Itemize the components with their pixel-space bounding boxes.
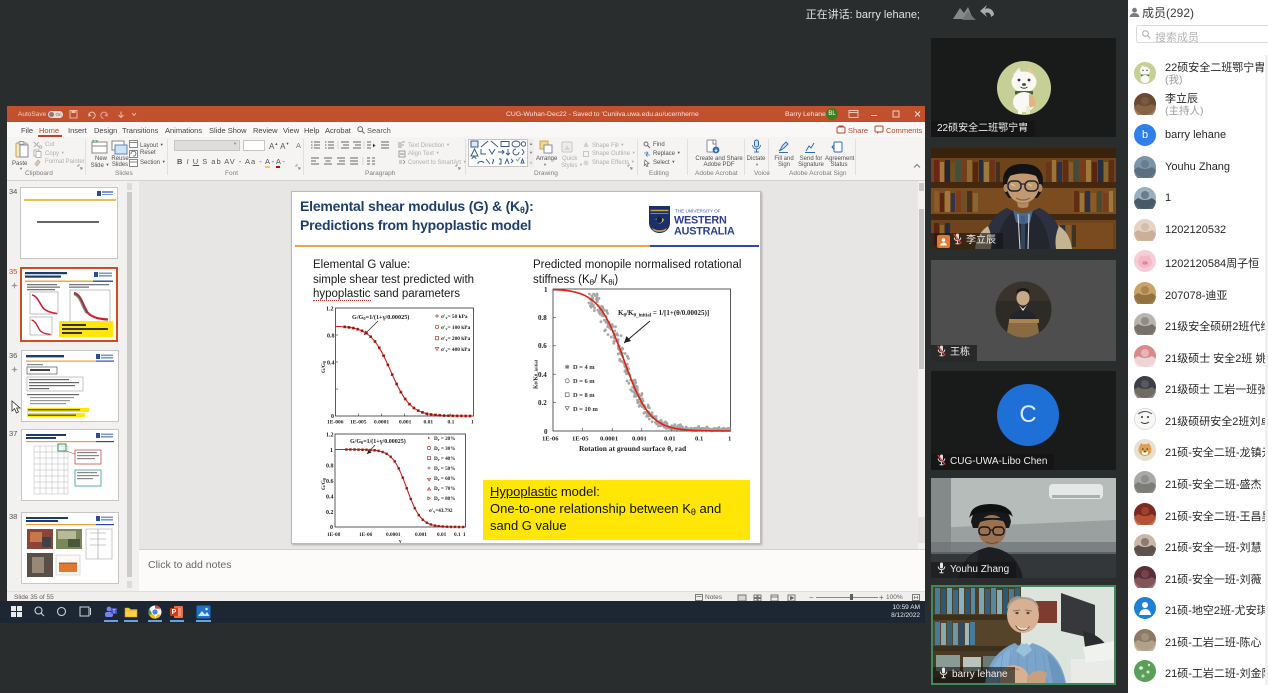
svg-text:Dr = 20%: Dr = 20% <box>434 436 455 442</box>
svg-text:0.8: 0.8 <box>326 464 334 470</box>
svg-text:σ′v= 200 kPa: σ′v= 200 kPa <box>441 336 471 342</box>
svg-text:0.001: 0.001 <box>632 436 647 443</box>
svg-text:Dr = 40%: Dr = 40% <box>434 456 455 462</box>
svg-text:0.001: 0.001 <box>415 532 427 538</box>
svg-text:0.0001: 0.0001 <box>374 420 389 426</box>
svg-text:1E-08: 1E-08 <box>327 532 341 538</box>
svg-text:1.2: 1.2 <box>326 307 334 313</box>
svg-text:0.0001: 0.0001 <box>600 436 618 443</box>
svg-text:1E-006: 1E-006 <box>327 420 344 426</box>
svg-text:0.0001: 0.0001 <box>386 532 401 538</box>
svg-text:0.2: 0.2 <box>326 510 334 516</box>
svg-text:D = 4 m: D = 4 m <box>573 364 595 371</box>
svg-text:1: 1 <box>544 286 548 294</box>
svg-text:1.2: 1.2 <box>326 433 334 439</box>
svg-text:THE UNIVERSITY OF: THE UNIVERSITY OF <box>675 209 721 214</box>
svg-text:D = 10 m: D = 10 m <box>573 406 598 413</box>
svg-text:1: 1 <box>728 436 731 443</box>
svg-text:AUSTRALIA: AUSTRALIA <box>674 226 735 238</box>
svg-text:G/G0=1/(1+γ/0.00025): G/G0=1/(1+γ/0.00025) <box>350 438 406 445</box>
svg-text:0.01: 0.01 <box>424 420 434 426</box>
svg-text:Dr = 50%: Dr = 50% <box>434 466 455 472</box>
svg-text:G/G0=1/(1+γ/0.00025): G/G0=1/(1+γ/0.00025) <box>352 314 409 321</box>
svg-text:0.1: 0.1 <box>448 420 455 426</box>
svg-text:σ′v=43.792: σ′v=43.792 <box>429 508 453 514</box>
svg-text:G/G0: G/G0 <box>321 478 327 490</box>
svg-text:0.1: 0.1 <box>695 436 703 443</box>
svg-text:T: T <box>112 609 115 615</box>
svg-text:0.1: 0.1 <box>454 532 461 538</box>
svg-text:1E-005: 1E-005 <box>350 420 367 426</box>
svg-text:Dr = 60%: Dr = 60% <box>434 476 455 482</box>
svg-text:0.8: 0.8 <box>538 314 547 322</box>
svg-text:0: 0 <box>330 525 333 531</box>
svg-text:σ′v= 400 kPa: σ′v= 400 kPa <box>441 347 471 353</box>
svg-text:1: 1 <box>463 532 466 538</box>
svg-text:0.6: 0.6 <box>326 479 334 485</box>
svg-text:Rotation at ground surface θ,: Rotation at ground surface θ, rad <box>579 444 687 453</box>
svg-text:G/G0: G/G0 <box>321 361 327 373</box>
svg-text:D = 6 m: D = 6 m <box>573 378 595 385</box>
svg-text:Dr = 80%: Dr = 80% <box>434 496 455 502</box>
svg-text:σ′v= 50 kPa: σ′v= 50 kPa <box>441 314 468 320</box>
svg-text:Dr = 70%: Dr = 70% <box>434 486 455 492</box>
svg-text:1: 1 <box>330 448 333 454</box>
svg-text:1: 1 <box>471 420 474 426</box>
svg-text:0.8: 0.8 <box>327 334 335 340</box>
svg-text:σ′v= 100 kPa: σ′v= 100 kPa <box>441 325 471 331</box>
svg-text:0.4: 0.4 <box>327 361 335 367</box>
svg-text:0.01: 0.01 <box>664 436 676 443</box>
svg-text:γ: γ <box>398 539 402 544</box>
svg-text:0.001: 0.001 <box>399 420 412 426</box>
svg-text:1E-06: 1E-06 <box>359 532 373 538</box>
svg-text:1E-06: 1E-06 <box>542 436 559 443</box>
svg-text:Dr = 30%: Dr = 30% <box>434 446 455 452</box>
svg-text:0.6: 0.6 <box>538 342 547 350</box>
svg-text:D = 8 m: D = 8 m <box>573 392 595 399</box>
svg-text:1E-05: 1E-05 <box>572 436 589 443</box>
svg-text:0.2: 0.2 <box>538 399 547 407</box>
svg-text:P: P <box>172 609 177 616</box>
svg-text:Kθ/Kθ_initial = 1/[1+(θ/0.0002: Kθ/Kθ_initial = 1/[1+(θ/0.00025)] <box>618 309 709 319</box>
svg-text:0.01: 0.01 <box>437 532 447 538</box>
svg-text:0.4: 0.4 <box>326 495 334 501</box>
